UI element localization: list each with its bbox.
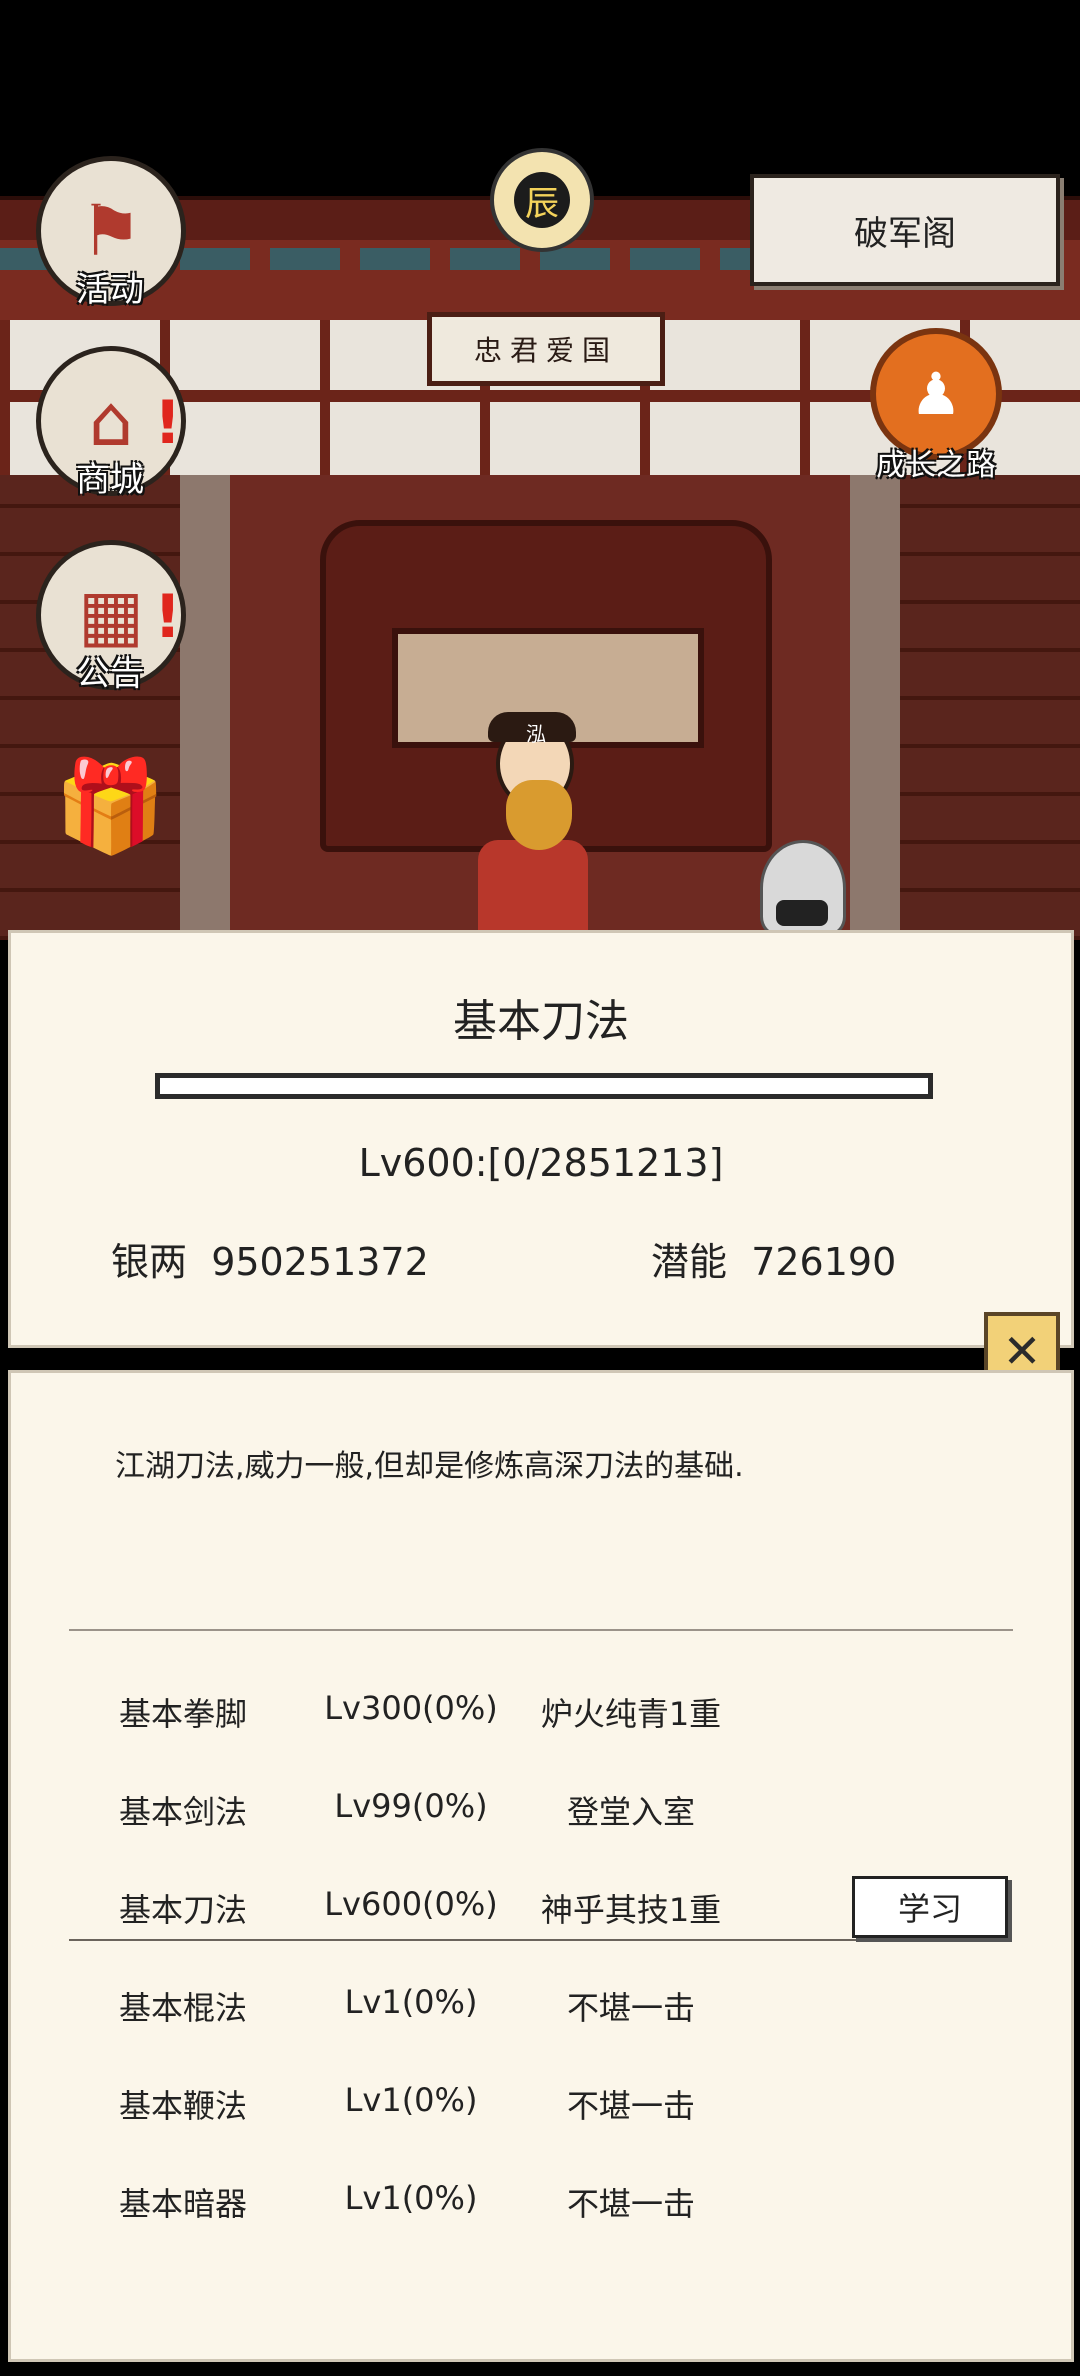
right-wall: [900, 475, 1080, 940]
potential-value: 726190: [751, 1240, 897, 1284]
skill-level: Lv300(0%): [324, 1689, 498, 1727]
skill-name: 基本暗器: [119, 2185, 248, 2223]
skill-level: Lv1(0%): [344, 2081, 478, 2119]
activity-label: 活动: [76, 270, 144, 310]
skill-name: 基本拳脚: [119, 1695, 248, 1733]
skill-row[interactable]: 基本暗器 Lv1(0%) 不堪一击: [11, 2169, 1071, 2235]
skill-row[interactable]: 基本剑法 Lv99(0%) 登堂入室: [11, 1777, 1071, 1843]
activity-button[interactable]: ⚑ 活动: [36, 156, 186, 311]
alert-badge: !: [154, 582, 182, 652]
skill-rank: 不堪一击: [566, 2185, 695, 2223]
skill-name: 基本鞭法: [119, 2087, 248, 2125]
silver-stat: 银两 950251372: [111, 1231, 429, 1286]
growth-path-button[interactable]: ♟ 成长之路: [866, 328, 1006, 484]
time-label: 辰: [514, 172, 570, 228]
skill-rank: 登堂入室: [566, 1793, 695, 1831]
location-button[interactable]: 破军阁: [750, 174, 1060, 286]
npc-character[interactable]: [760, 830, 850, 940]
exp-progress-bar: [155, 1073, 933, 1099]
growth-label: 成长之路: [876, 448, 996, 483]
skill-info-panel: 基本刀法 Lv600:[0/2851213] 银两 950251372 潜能 7…: [8, 930, 1074, 1348]
shop-button[interactable]: ⌂ ! 商城: [36, 346, 186, 501]
hall-plaque: 忠君爱国: [427, 312, 665, 386]
skill-rank: 不堪一击: [566, 1989, 695, 2027]
shop-label: 商城: [76, 460, 144, 500]
skill-level: Lv1(0%): [344, 2179, 478, 2217]
gift-icon: 🎁: [53, 753, 167, 859]
skill-title: 基本刀法: [453, 996, 629, 1047]
silver-label: 银两: [111, 1240, 188, 1284]
potential-label: 潜能: [651, 1240, 728, 1284]
skill-detail-panel: 江湖刀法,威力一般,但却是修炼高深刀法的基础. 基本拳脚 Lv300(0%) 炉…: [8, 1370, 1074, 2362]
notice-button[interactable]: ▦ ! 公告: [36, 540, 186, 695]
skill-description: 江湖刀法,威力一般,但却是修炼高深刀法的基础.: [115, 1449, 744, 1484]
pillar-right: [850, 475, 900, 940]
time-of-day-icon[interactable]: 辰: [490, 148, 594, 252]
skill-name: 基本剑法: [119, 1793, 248, 1831]
skill-level-text: Lv600:[0/2851213]: [358, 1141, 724, 1185]
character-name: 泓: [526, 722, 546, 746]
skill-rank: 不堪一击: [566, 2087, 695, 2125]
skill-level: Lv600(0%): [324, 1885, 498, 1923]
skill-level: Lv99(0%): [334, 1787, 488, 1825]
skill-rank: 神乎其技1重: [540, 1891, 722, 1929]
divider: [69, 1629, 1013, 1631]
pillar-left: [180, 475, 230, 940]
skill-rank: 炉火纯青1重: [540, 1695, 722, 1733]
silver-value: 950251372: [211, 1240, 429, 1284]
potential-stat: 潜能 726190: [651, 1231, 896, 1286]
gift-button[interactable]: 🎁: [36, 736, 184, 876]
alert-badge: !: [154, 388, 182, 458]
skill-row[interactable]: 基本鞭法 Lv1(0%) 不堪一击: [11, 2071, 1071, 2137]
learn-button[interactable]: 学习: [852, 1876, 1008, 1938]
notice-label: 公告: [76, 654, 144, 694]
player-character[interactable]: 泓: [478, 712, 588, 940]
skill-level: Lv1(0%): [344, 1983, 478, 2021]
skill-row[interactable]: 基本棍法 Lv1(0%) 不堪一击: [11, 1973, 1071, 2039]
skill-name: 基本棍法: [119, 1989, 248, 2027]
skill-name: 基本刀法: [119, 1891, 248, 1929]
skill-row[interactable]: 基本拳脚 Lv300(0%) 炉火纯青1重: [11, 1679, 1071, 1745]
